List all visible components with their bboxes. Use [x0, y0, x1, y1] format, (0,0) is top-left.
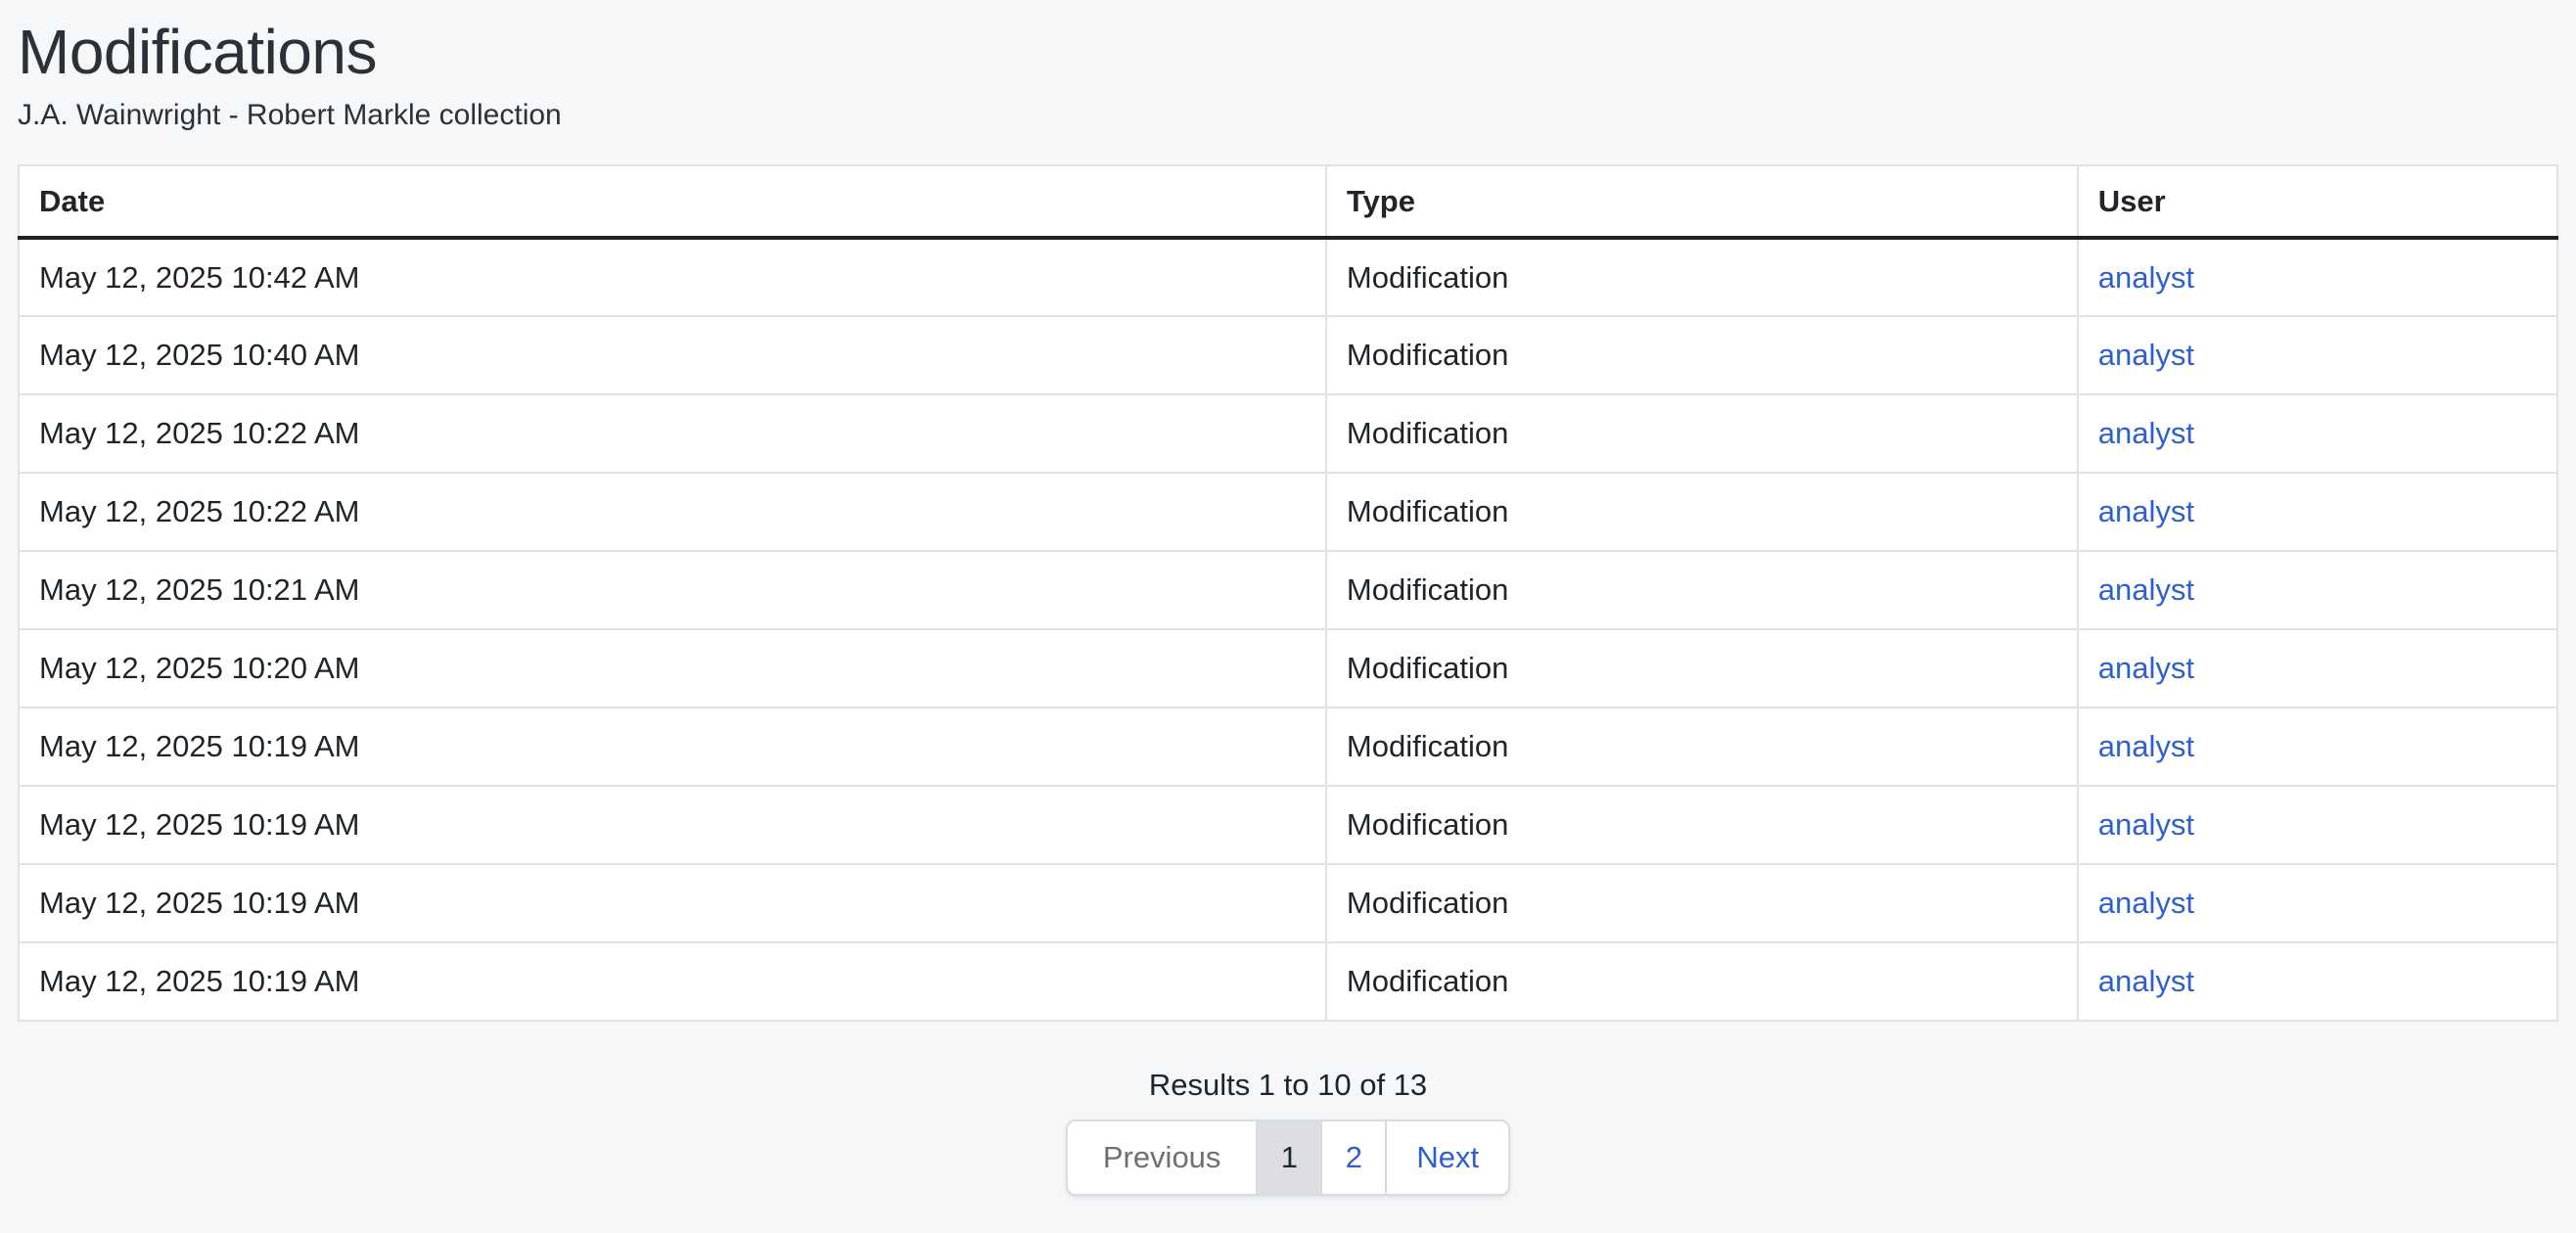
type-cell: Modification — [1326, 551, 2078, 629]
date-cell: May 12, 2025 10:42 AM — [19, 238, 1326, 316]
user-cell: analyst — [2078, 942, 2557, 1021]
user-link[interactable]: analyst — [2098, 964, 2194, 998]
user-link[interactable]: analyst — [2098, 729, 2194, 763]
date-cell: May 12, 2025 10:21 AM — [19, 551, 1326, 629]
table-row: May 12, 2025 10:19 AM Modification analy… — [19, 708, 2557, 786]
user-link[interactable]: analyst — [2098, 494, 2194, 528]
table-row: May 12, 2025 10:22 AM Modification analy… — [19, 473, 2557, 551]
type-cell: Modification — [1326, 473, 2078, 551]
type-cell: Modification — [1326, 942, 2078, 1021]
pagination-group: Previous 1 2 Next — [1066, 1119, 1510, 1196]
type-cell: Modification — [1326, 708, 2078, 786]
user-link[interactable]: analyst — [2098, 886, 2194, 920]
table-row: May 12, 2025 10:22 AM Modification analy… — [19, 394, 2557, 473]
table-row: May 12, 2025 10:40 AM Modification analy… — [19, 316, 2557, 394]
column-header-type: Type — [1326, 165, 2078, 238]
previous-button[interactable]: Previous — [1066, 1119, 1259, 1196]
column-header-date: Date — [19, 165, 1326, 238]
user-cell: analyst — [2078, 629, 2557, 708]
column-header-user: User — [2078, 165, 2557, 238]
date-cell: May 12, 2025 10:19 AM — [19, 942, 1326, 1021]
date-cell: May 12, 2025 10:19 AM — [19, 864, 1326, 942]
page-2-button[interactable]: 2 — [1320, 1119, 1387, 1196]
user-link[interactable]: analyst — [2098, 338, 2194, 372]
user-cell: analyst — [2078, 786, 2557, 864]
type-cell: Modification — [1326, 316, 2078, 394]
table-row: May 12, 2025 10:21 AM Modification analy… — [19, 551, 2557, 629]
modifications-page: Modifications J.A. Wainwright - Robert M… — [0, 18, 2576, 1196]
table-row: May 12, 2025 10:20 AM Modification analy… — [19, 629, 2557, 708]
date-cell: May 12, 2025 10:40 AM — [19, 316, 1326, 394]
user-cell: analyst — [2078, 473, 2557, 551]
user-cell: analyst — [2078, 238, 2557, 316]
date-cell: May 12, 2025 10:20 AM — [19, 629, 1326, 708]
user-cell: analyst — [2078, 864, 2557, 942]
table-row: May 12, 2025 10:19 AM Modification analy… — [19, 864, 2557, 942]
page-subtitle: J.A. Wainwright - Robert Markle collecti… — [18, 98, 2558, 133]
modifications-table: Date Type User May 12, 2025 10:42 AM Mod… — [18, 164, 2558, 1022]
table-header-row: Date Type User — [19, 165, 2557, 238]
table-row: May 12, 2025 10:19 AM Modification analy… — [19, 942, 2557, 1021]
pagination: Previous 1 2 Next — [18, 1119, 2558, 1196]
user-link[interactable]: analyst — [2098, 572, 2194, 607]
page-title: Modifications — [18, 18, 2558, 86]
results-summary: Results 1 to 10 of 13 — [18, 1067, 2558, 1104]
date-cell: May 12, 2025 10:19 AM — [19, 786, 1326, 864]
table-row: May 12, 2025 10:42 AM Modification analy… — [19, 238, 2557, 316]
user-link[interactable]: analyst — [2098, 416, 2194, 450]
user-cell: analyst — [2078, 394, 2557, 473]
type-cell: Modification — [1326, 238, 2078, 316]
user-link[interactable]: analyst — [2098, 260, 2194, 295]
type-cell: Modification — [1326, 394, 2078, 473]
user-link[interactable]: analyst — [2098, 807, 2194, 842]
type-cell: Modification — [1326, 786, 2078, 864]
user-cell: analyst — [2078, 316, 2557, 394]
page-1-button[interactable]: 1 — [1256, 1119, 1322, 1196]
type-cell: Modification — [1326, 629, 2078, 708]
date-cell: May 12, 2025 10:22 AM — [19, 394, 1326, 473]
date-cell: May 12, 2025 10:22 AM — [19, 473, 1326, 551]
table-row: May 12, 2025 10:19 AM Modification analy… — [19, 786, 2557, 864]
user-cell: analyst — [2078, 708, 2557, 786]
user-cell: analyst — [2078, 551, 2557, 629]
type-cell: Modification — [1326, 864, 2078, 942]
date-cell: May 12, 2025 10:19 AM — [19, 708, 1326, 786]
user-link[interactable]: analyst — [2098, 651, 2194, 685]
next-button[interactable]: Next — [1385, 1119, 1510, 1196]
